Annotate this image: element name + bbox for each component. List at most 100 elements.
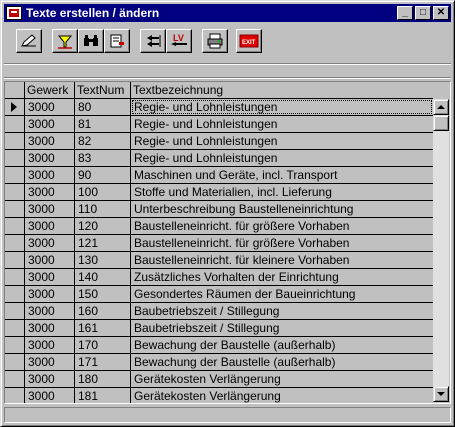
- maximize-button[interactable]: □: [415, 6, 431, 20]
- scroll-thumb[interactable]: [433, 115, 449, 131]
- row-selector[interactable]: [5, 320, 25, 336]
- edit-button[interactable]: [16, 29, 42, 53]
- column-header-textnum[interactable]: TextNum: [75, 82, 131, 98]
- cell-textbezeichnung[interactable]: Maschinen und Geräte, incl. Transport: [131, 167, 433, 183]
- cell-textnum[interactable]: 90: [75, 167, 131, 183]
- import-button[interactable]: [140, 29, 166, 53]
- table-row[interactable]: 3000 150 Gesondertes Räumen der Baueinrich…: [5, 286, 433, 303]
- cell-textbezeichnung[interactable]: Regie- und Lohnleistungen: [131, 99, 433, 115]
- scroll-up-button[interactable]: [433, 99, 449, 115]
- table-row[interactable]: 3000 121 Baustelleneinricht. für größere V…: [5, 235, 433, 252]
- table-row[interactable]: 3000 82 Regie- und Lohnleistungen: [5, 133, 433, 150]
- table-row[interactable]: 3000 110 Unterbeschreibung Baustelleneinri…: [5, 201, 433, 218]
- cell-textbezeichnung[interactable]: Baubetriebszeit / Stillegung: [131, 303, 433, 319]
- cell-gewerk[interactable]: 3000: [25, 303, 75, 319]
- cell-gewerk[interactable]: 3000: [25, 218, 75, 234]
- cell-textnum[interactable]: 100: [75, 184, 131, 200]
- minimize-button[interactable]: _: [397, 6, 413, 20]
- cell-textbezeichnung[interactable]: Unterbeschreibung Baustelleneinrichtung: [131, 201, 433, 217]
- cell-gewerk[interactable]: 3000: [25, 99, 75, 115]
- cell-textnum[interactable]: 121: [75, 235, 131, 251]
- scroll-down-button[interactable]: [433, 386, 449, 402]
- cell-textnum[interactable]: 160: [75, 303, 131, 319]
- exit-button[interactable]: EXIT: [236, 29, 262, 53]
- cell-textnum[interactable]: 130: [75, 252, 131, 268]
- cell-textbezeichnung[interactable]: Gesondertes Räumen der Baueinrichtung: [131, 286, 433, 302]
- row-selector[interactable]: [5, 235, 25, 251]
- title-bar[interactable]: Texte erstellen / ändern _ □ ✕: [4, 4, 451, 22]
- cell-textbezeichnung[interactable]: Regie- und Lohnleistungen: [131, 133, 433, 149]
- cell-gewerk[interactable]: 3000: [25, 201, 75, 217]
- cell-textbezeichnung[interactable]: Regie- und Lohnleistungen: [131, 150, 433, 166]
- table-row[interactable]: 3000 140 Zusätzliches Vorhalten der Einric…: [5, 269, 433, 286]
- cell-textbezeichnung[interactable]: Zusätzliches Vorhalten der Einrichtung: [131, 269, 433, 285]
- row-selector[interactable]: [5, 286, 25, 302]
- filter-button[interactable]: [52, 29, 78, 53]
- cell-textbezeichnung[interactable]: Bewachung der Baustelle (außerhalb): [131, 354, 433, 370]
- search-button[interactable]: [78, 29, 104, 53]
- cell-gewerk[interactable]: 3000: [25, 252, 75, 268]
- table-row[interactable]: 3000 161 Baubetriebszeit / Stillegung: [5, 320, 433, 337]
- table-row[interactable]: 3000 160 Baubetriebszeit / Stillegung: [5, 303, 433, 320]
- cell-textbezeichnung[interactable]: Baustelleneinricht. für größere Vorhaben: [131, 218, 433, 234]
- row-selector[interactable]: [5, 354, 25, 370]
- cell-gewerk[interactable]: 3000: [25, 337, 75, 353]
- table-row[interactable]: 3000 90 Maschinen und Geräte, incl. Transp…: [5, 167, 433, 184]
- cell-gewerk[interactable]: 3000: [25, 116, 75, 132]
- table-row[interactable]: 3000 80 Regie- und Lohnleistungen: [5, 99, 433, 116]
- cell-gewerk[interactable]: 3000: [25, 286, 75, 302]
- table-row[interactable]: 3000 130 Baustelleneinricht. für kleinere …: [5, 252, 433, 269]
- cell-textnum[interactable]: 83: [75, 150, 131, 166]
- row-selector[interactable]: [5, 269, 25, 285]
- cell-textnum[interactable]: 140: [75, 269, 131, 285]
- cell-textnum[interactable]: 150: [75, 286, 131, 302]
- row-selector[interactable]: [5, 133, 25, 149]
- column-header-gewerk[interactable]: Gewerk: [25, 82, 75, 98]
- table-row[interactable]: 3000 83 Regie- und Lohnleistungen: [5, 150, 433, 167]
- cell-gewerk[interactable]: 3000: [25, 150, 75, 166]
- close-button[interactable]: ✕: [433, 6, 449, 20]
- cell-textnum[interactable]: 170: [75, 337, 131, 353]
- row-selector[interactable]: [5, 252, 25, 268]
- table-row[interactable]: 3000 181 Gerätekosten Verlängerung: [5, 388, 433, 403]
- cell-gewerk[interactable]: 3000: [25, 354, 75, 370]
- cell-textnum[interactable]: 80: [75, 99, 131, 115]
- table-row[interactable]: 3000 81 Regie- und Lohnleistungen: [5, 116, 433, 133]
- cell-textnum[interactable]: 181: [75, 388, 131, 403]
- print-button[interactable]: [202, 29, 228, 53]
- cell-textnum[interactable]: 82: [75, 133, 131, 149]
- row-selector[interactable]: [5, 337, 25, 353]
- vertical-scrollbar[interactable]: [433, 99, 449, 402]
- row-selector[interactable]: [5, 150, 25, 166]
- cell-textnum[interactable]: 120: [75, 218, 131, 234]
- open-document-button[interactable]: [104, 29, 130, 53]
- table-row[interactable]: 3000 100 Stoffe und Materialien, incl. Lie…: [5, 184, 433, 201]
- row-selector[interactable]: [5, 201, 25, 217]
- row-selector[interactable]: [5, 371, 25, 387]
- cell-gewerk[interactable]: 3000: [25, 235, 75, 251]
- cell-textbezeichnung[interactable]: Baustelleneinricht. für kleinere Vorhabe…: [131, 252, 433, 268]
- cell-textbezeichnung[interactable]: Baustelleneinricht. für größere Vorhaben: [131, 235, 433, 251]
- cell-textnum[interactable]: 180: [75, 371, 131, 387]
- cell-textbezeichnung[interactable]: Gerätekosten Verlängerung: [131, 371, 433, 387]
- table-row[interactable]: 3000 170 Bewachung der Baustelle (außerhal…: [5, 337, 433, 354]
- cell-textnum[interactable]: 161: [75, 320, 131, 336]
- cell-gewerk[interactable]: 3000: [25, 269, 75, 285]
- cell-gewerk[interactable]: 3000: [25, 371, 75, 387]
- row-selector[interactable]: [5, 388, 25, 403]
- row-selector[interactable]: [5, 303, 25, 319]
- cell-textnum[interactable]: 81: [75, 116, 131, 132]
- table-row[interactable]: 3000 180 Gerätekosten Verlängerung: [5, 371, 433, 388]
- table-row[interactable]: 3000 171 Bewachung der Baustelle (außerhal…: [5, 354, 433, 371]
- row-selector[interactable]: [5, 99, 25, 115]
- lv-transfer-button[interactable]: LV: [166, 29, 192, 53]
- row-selector[interactable]: [5, 184, 25, 200]
- cell-gewerk[interactable]: 3000: [25, 133, 75, 149]
- cell-gewerk[interactable]: 3000: [25, 320, 75, 336]
- app-icon[interactable]: [6, 6, 22, 20]
- cell-gewerk[interactable]: 3000: [25, 167, 75, 183]
- row-selector[interactable]: [5, 167, 25, 183]
- cell-textnum[interactable]: 171: [75, 354, 131, 370]
- cell-textbezeichnung[interactable]: Gerätekosten Verlängerung: [131, 388, 433, 403]
- cell-gewerk[interactable]: 3000: [25, 388, 75, 403]
